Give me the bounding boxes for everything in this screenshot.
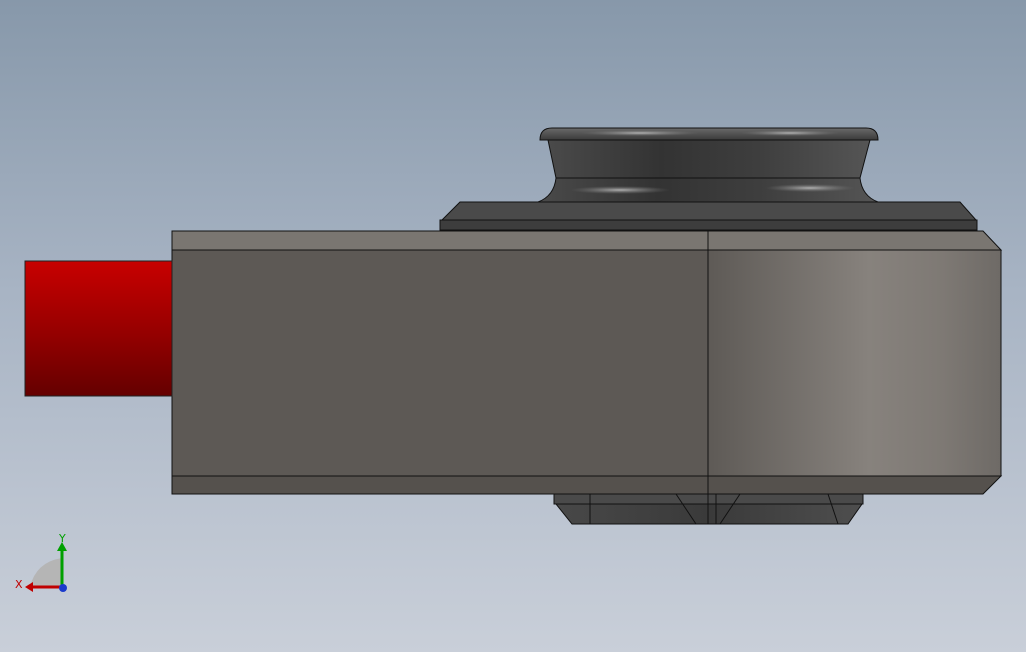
x-axis-arrowhead <box>25 582 33 592</box>
z-axis-dot <box>59 584 67 592</box>
y-axis-label: Y <box>58 532 66 545</box>
triad-plane-icon <box>30 558 62 587</box>
main-body[interactable] <box>171 230 1003 495</box>
3d-viewport[interactable]: Y X <box>0 0 1026 652</box>
top-flange[interactable] <box>439 201 978 231</box>
3d-model[interactable] <box>0 0 1026 652</box>
axis-triad: Y X <box>15 532 67 592</box>
bottom-cup[interactable] <box>553 493 864 525</box>
red-pin[interactable] <box>24 260 173 397</box>
top-cup[interactable] <box>537 127 879 203</box>
x-axis-label: X <box>15 578 23 591</box>
